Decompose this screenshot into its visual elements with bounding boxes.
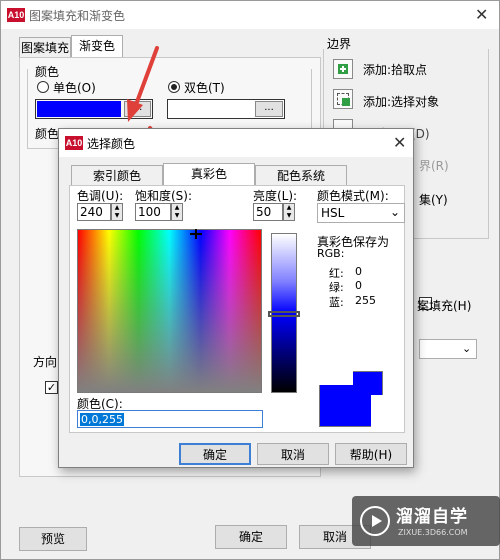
play-logo-icon (360, 506, 390, 536)
tab-color-book[interactable]: 配色系统 (255, 165, 347, 186)
watermark-url: ZIXUE.3D66.COM (398, 528, 468, 537)
swatch-notch-right (371, 395, 383, 427)
annotation-arrow-1 (132, 46, 159, 112)
dialog-ok-button[interactable]: 确定 (179, 443, 251, 465)
blue-value: 255 (355, 294, 376, 307)
blue-label: 蓝: (329, 296, 344, 309)
chevron-down-icon: ⌄ (390, 205, 401, 219)
color-mode-label: 颜色模式(M): (317, 189, 389, 203)
color-mode-value: HSL (321, 206, 345, 220)
swatch-notch-top (319, 371, 353, 385)
watermark: 溜溜自学 ZIXUE.3D66.COM (352, 496, 500, 546)
crosshair-h (190, 233, 202, 235)
save-as-subtitle: RGB: (317, 247, 345, 260)
color-mode-select[interactable]: HSL ⌄ (317, 203, 405, 223)
luminance-slider-thumb[interactable] (268, 311, 300, 317)
dialog-cancel-button[interactable]: 取消 (257, 443, 329, 465)
tab-index-color[interactable]: 索引颜色 (71, 165, 163, 186)
color-preview (319, 371, 383, 427)
select-color-dialog: A10 选择颜色 ✕ 索引颜色 真彩色 配色系统 色调(U): 240 ▲ ▼ 饱… (58, 128, 414, 468)
luminance-spinner[interactable]: ▲ ▼ (283, 203, 295, 221)
annotation-arrowhead-1 (127, 99, 143, 122)
hue-saturation-field[interactable] (77, 229, 262, 393)
dialog-close-icon[interactable]: ✕ (393, 133, 406, 152)
color-value-text: 0,0,255 (80, 413, 124, 426)
watermark-brand: 溜溜自学 (396, 507, 468, 527)
saturation-input[interactable]: 100 (135, 203, 171, 221)
dialog-title: 选择颜色 (87, 137, 136, 151)
luminance-label: 亮度(L): (253, 189, 298, 203)
dialog-help-button[interactable]: 帮助(H) (335, 443, 407, 465)
green-label: 绿: (329, 281, 344, 294)
saturation-spinner[interactable]: ▲ ▼ (171, 203, 183, 221)
saturation-label: 饱和度(S): (135, 189, 193, 203)
hue-spinner[interactable]: ▲ ▼ (111, 203, 123, 221)
red-value: 0 (355, 265, 362, 278)
dialog-app-logo: A10 (65, 136, 83, 150)
hue-input[interactable]: 240 (77, 203, 111, 221)
color-value-input[interactable]: 0,0,255 (77, 410, 263, 428)
dialog-titlebar: A10 选择颜色 ✕ (59, 129, 413, 157)
green-value: 0 (355, 279, 362, 292)
tab-true-color[interactable]: 真彩色 (163, 163, 255, 186)
hue-label: 色调(U): (77, 189, 124, 203)
luminance-input[interactable]: 50 (253, 203, 283, 221)
